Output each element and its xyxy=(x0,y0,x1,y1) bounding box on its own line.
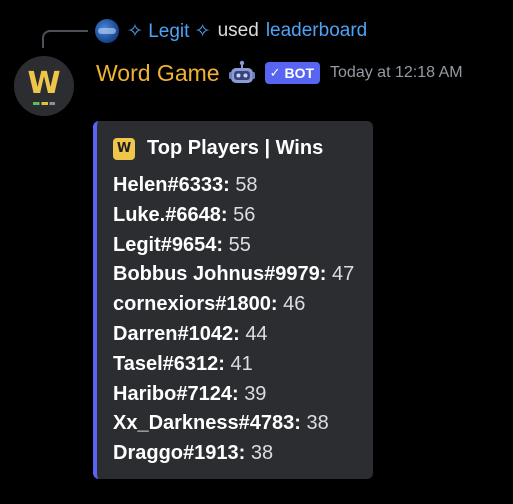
player-row: Helen#6333: 58 xyxy=(113,171,354,201)
bot-avatar[interactable]: W xyxy=(14,56,74,116)
player-name: Tasel#6312: xyxy=(113,352,225,375)
player-row: cornexiors#1800: 46 xyxy=(113,290,354,320)
player-row: Legit#9654: 55 xyxy=(113,231,354,261)
reply-reference[interactable]: ✧ Legit ✧ used leaderboard xyxy=(95,18,367,44)
bot-badge: ✓ BOT xyxy=(264,62,321,84)
avatar-color-bar xyxy=(33,102,55,105)
reply-command-link[interactable]: leaderboard xyxy=(266,20,367,42)
leaderboard-embed: W Top Players | Wins Helen#6333: 58 Luke… xyxy=(93,121,373,479)
player-wins: 46 xyxy=(283,293,306,316)
player-row: Bobbus Johnus#9979: 47 xyxy=(113,260,354,290)
player-name: Xx_Darkness#4783: xyxy=(113,412,301,435)
player-wins: 56 xyxy=(233,203,256,226)
player-name: Draggo#1913: xyxy=(113,442,246,465)
embed-title-row: W Top Players | Wins xyxy=(113,137,323,160)
player-name: Luke.#6648: xyxy=(113,203,228,226)
player-row: Draggo#1913: 38 xyxy=(113,439,354,469)
player-name: Haribo#7124: xyxy=(113,382,239,405)
player-name: cornexiors#1800: xyxy=(113,293,278,316)
word-game-logo-icon: W xyxy=(113,137,135,160)
player-row: Luke.#6648: 56 xyxy=(113,201,354,231)
player-wins: 44 xyxy=(245,322,268,345)
player-wins: 58 xyxy=(235,174,258,196)
player-wins: 55 xyxy=(228,233,251,256)
player-name: Darren#1042: xyxy=(113,322,240,345)
bot-username[interactable]: Word Game xyxy=(96,60,220,87)
embed-title: Top Players | Wins xyxy=(147,137,324,159)
message-timestamp[interactable]: Today at 12:18 AM xyxy=(330,64,463,82)
reply-verb: used xyxy=(217,20,259,41)
avatar-letter: W xyxy=(27,66,61,101)
player-wins: 38 xyxy=(306,412,329,435)
reply-spine xyxy=(42,30,88,48)
player-list: Helen#6333: 58 Luke.#6648: 56 Legit#9654… xyxy=(113,171,354,469)
player-row: Xx_Darkness#4783: 38 xyxy=(113,409,354,439)
player-name: Legit#9654: xyxy=(113,233,224,256)
player-wins: 39 xyxy=(244,382,267,405)
player-row: Tasel#6312: 41 xyxy=(113,350,354,380)
player-wins: 47 xyxy=(331,263,355,286)
player-wins: 41 xyxy=(230,352,253,375)
player-row: Darren#1042: 44 xyxy=(113,320,354,350)
reply-user-avatar-icon[interactable] xyxy=(95,19,119,43)
player-name: Bobbus Johnus#9979: xyxy=(113,263,327,286)
verified-check-icon: ✓ xyxy=(269,65,281,80)
player-name: Helen#6333: xyxy=(113,174,230,196)
bot-badge-label: BOT xyxy=(284,65,315,81)
robot-icon xyxy=(228,60,256,86)
player-row: Haribo#7124: 39 xyxy=(113,380,354,410)
player-wins: 38 xyxy=(250,442,274,465)
reply-username[interactable]: ✧ Legit ✧ xyxy=(127,20,211,43)
message-header: Word Game ✓ BOT Today at 12:18 AM xyxy=(96,56,463,90)
